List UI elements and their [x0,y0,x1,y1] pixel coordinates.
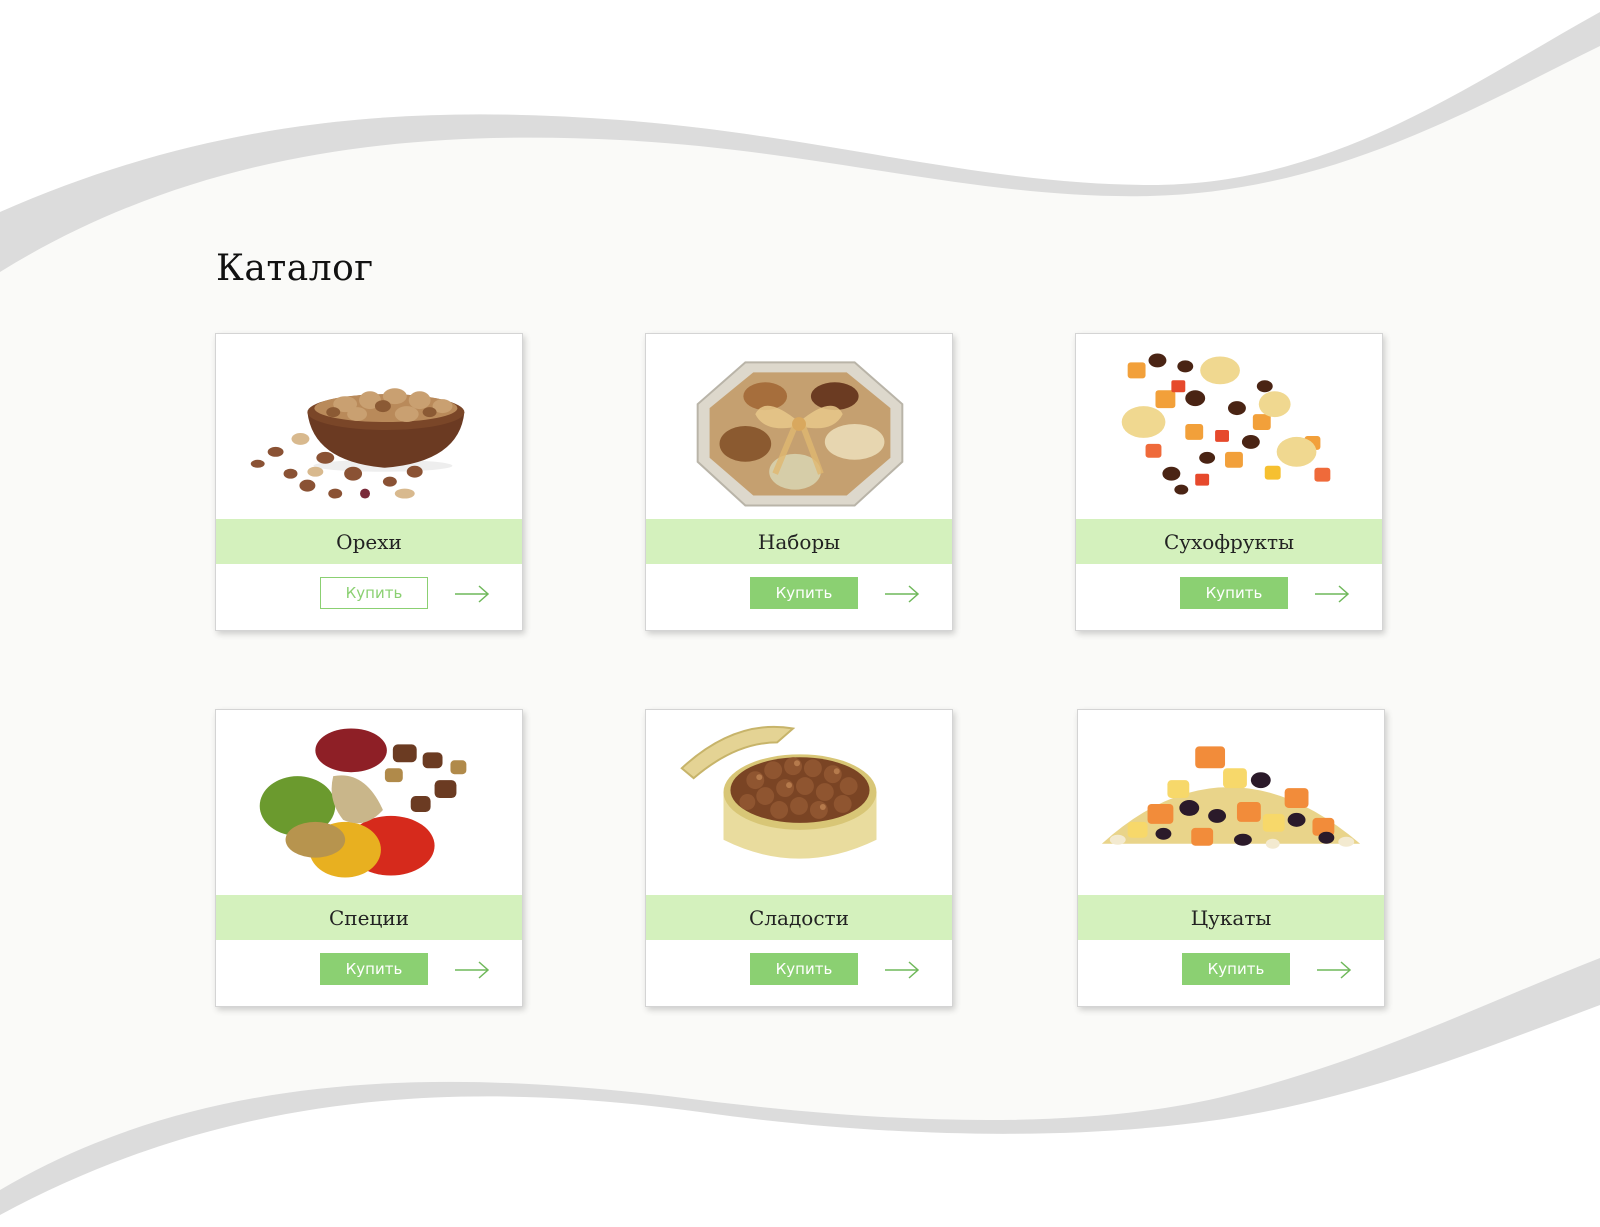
card-label-nuts[interactable]: Орехи [216,519,522,564]
catalog-card-candied-fruits[interactable]: Цукаты Купить [1077,709,1385,1007]
buy-button-spices[interactable]: Купить [320,953,428,985]
dried-fruits-image[interactable] [1076,334,1382,520]
nuts-bowl-image[interactable] [216,334,522,520]
arrow-right-icon[interactable] [884,961,920,979]
arrow-right-icon[interactable] [1316,961,1352,979]
card-label-spices[interactable]: Специи [216,895,522,940]
catalog-card-sweets[interactable]: Сладости Купить [645,709,953,1007]
buy-button-dried-fruits[interactable]: Купить [1180,577,1288,609]
arrow-right-icon[interactable] [454,961,490,979]
arrow-right-icon[interactable] [884,585,920,603]
arrow-right-icon[interactable] [454,585,490,603]
catalog-card-dried-fruits[interactable]: Сухофрукты Купить [1075,333,1383,631]
gift-set-image[interactable] [646,334,952,520]
spices-image[interactable] [216,710,522,896]
card-label-sweets[interactable]: Сладости [646,895,952,940]
sweets-tin-image[interactable] [646,710,952,896]
catalog-title: Каталог [216,248,374,289]
card-label-dried-fruits[interactable]: Сухофрукты [1076,519,1382,564]
buy-button-gift-sets[interactable]: Купить [750,577,858,609]
card-label-candied-fruits[interactable]: Цукаты [1078,895,1384,940]
candied-fruits-image[interactable] [1078,710,1384,896]
buy-button-nuts[interactable]: Купить [320,577,428,609]
catalog-card-spices[interactable]: Специи Купить [215,709,523,1007]
catalog-card-gift-sets[interactable]: Наборы Купить [645,333,953,631]
arrow-right-icon[interactable] [1314,585,1350,603]
buy-button-sweets[interactable]: Купить [750,953,858,985]
buy-button-candied-fruits[interactable]: Купить [1182,953,1290,985]
catalog-card-nuts[interactable]: Орехи Купить [215,333,523,631]
card-label-gift-sets[interactable]: Наборы [646,519,952,564]
